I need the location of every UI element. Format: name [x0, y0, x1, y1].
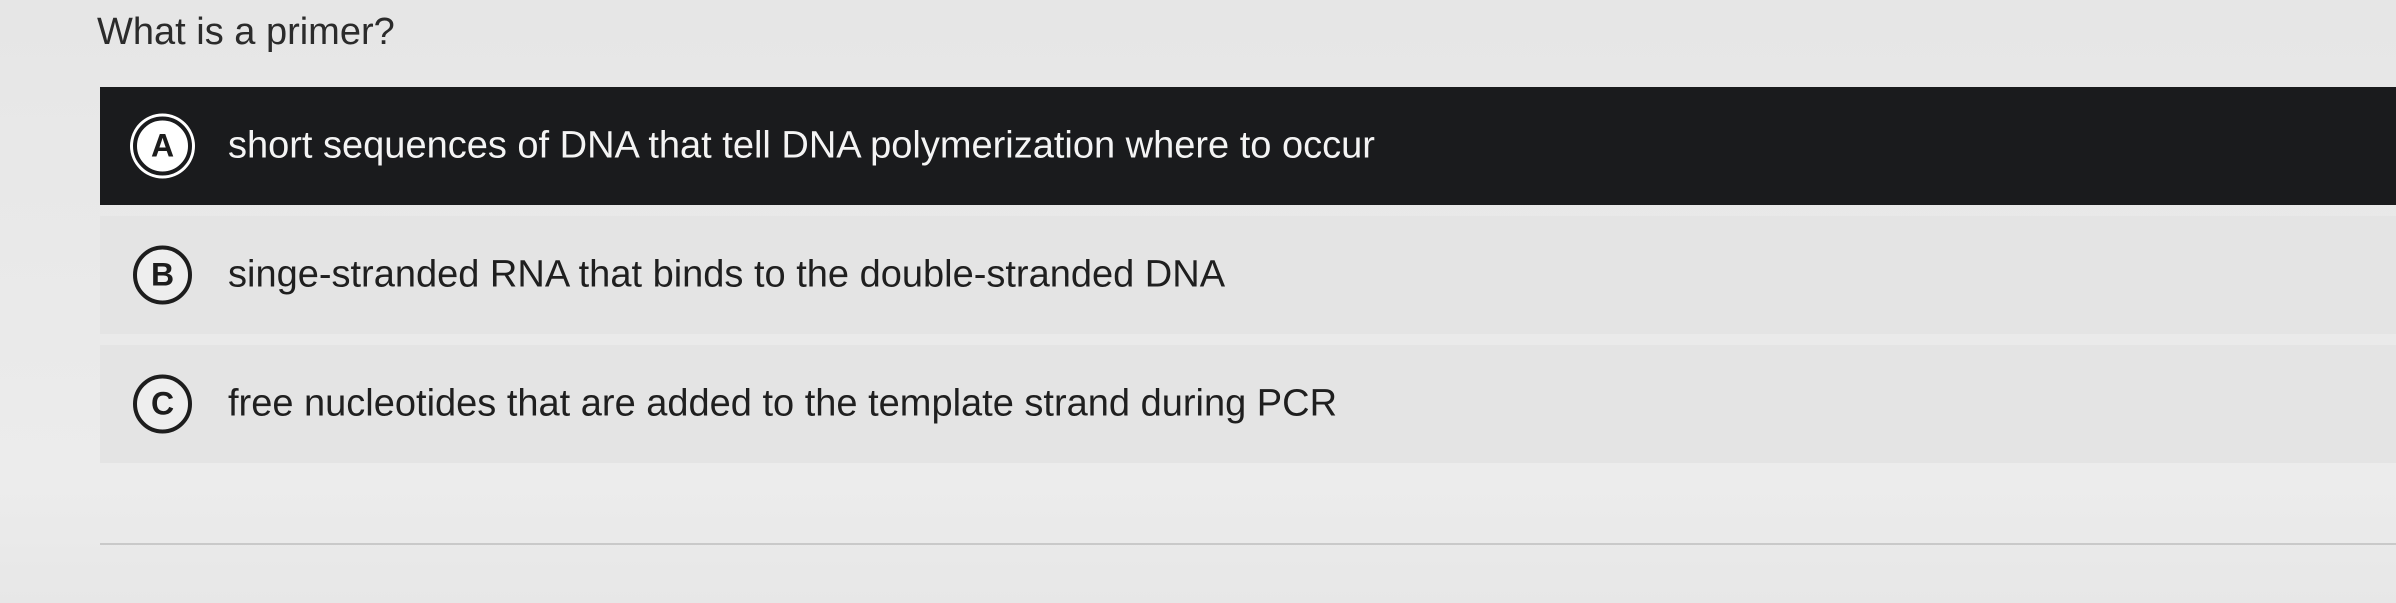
question-text: What is a primer? — [97, 11, 395, 53]
option-c[interactable]: C free nucleotides that are added to the… — [100, 345, 2396, 463]
option-a[interactable]: A short sequences of DNA that tell DNA p… — [100, 87, 2396, 205]
answer-options: A short sequences of DNA that tell DNA p… — [100, 87, 2396, 474]
option-b-label: singe-stranded RNA that binds to the dou… — [228, 253, 1226, 296]
option-b-letter-badge: B — [133, 245, 192, 305]
option-a-letter-badge: A — [133, 116, 192, 176]
divider — [100, 543, 2396, 545]
option-c-letter-badge: C — [133, 374, 192, 434]
option-b[interactable]: B singe-stranded RNA that binds to the d… — [100, 216, 2396, 334]
option-a-label: short sequences of DNA that tell DNA pol… — [228, 124, 1375, 167]
option-c-label: free nucleotides that are added to the t… — [228, 382, 1338, 425]
